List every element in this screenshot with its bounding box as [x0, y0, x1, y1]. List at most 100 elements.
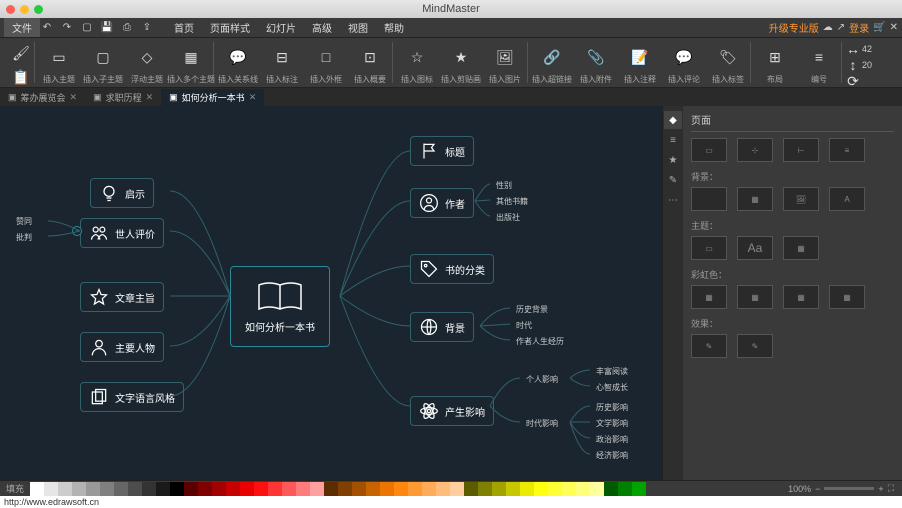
color-swatch[interactable]	[324, 482, 338, 496]
color-swatch[interactable]	[170, 482, 184, 496]
side-tab-icons[interactable]: ★	[664, 151, 682, 169]
color-swatch[interactable]	[450, 482, 464, 496]
menu-view[interactable]: 视图	[340, 18, 376, 37]
subnode[interactable]: 其他书籍	[490, 194, 534, 209]
node-category[interactable]: 书的分类	[410, 254, 494, 284]
login-link[interactable]: 登录	[849, 20, 869, 35]
color-swatch[interactable]	[492, 482, 506, 496]
zoom-slider[interactable]	[824, 487, 874, 490]
cloud-icon[interactable]: ☁	[823, 22, 833, 33]
fit-icon[interactable]: ⛶	[888, 483, 894, 494]
rainbow-thumb[interactable]: ▦	[737, 285, 773, 309]
node-title[interactable]: 标题	[410, 136, 474, 166]
document-tab[interactable]: ▣求职历程✕	[85, 89, 161, 106]
theme-font[interactable]: Aa	[737, 236, 773, 260]
menu-file[interactable]: 文件	[4, 18, 40, 37]
ribbon-button[interactable]: □	[313, 42, 339, 72]
color-swatch[interactable]	[310, 482, 324, 496]
node-author[interactable]: 作者	[410, 188, 474, 218]
tab-close-icon[interactable]: ✕	[70, 92, 78, 103]
ribbon-button[interactable]: ▭	[46, 42, 72, 72]
collapse-toggle[interactable]: −	[72, 226, 82, 236]
minimize-window[interactable]	[20, 5, 29, 14]
save-icon[interactable]: 💾	[100, 21, 114, 35]
color-swatch[interactable]	[422, 482, 436, 496]
side-tab-clipart[interactable]: ✎	[664, 171, 682, 189]
bg-thumb[interactable]: ▦	[737, 187, 773, 211]
ribbon-button[interactable]: 📎	[583, 42, 609, 72]
color-swatch[interactable]	[436, 482, 450, 496]
color-swatch[interactable]	[212, 482, 226, 496]
color-swatch[interactable]	[366, 482, 380, 496]
zoom-in[interactable]: +	[878, 484, 883, 494]
tab-close-icon[interactable]: ✕	[146, 92, 154, 103]
subnode[interactable]: 历史背景	[510, 302, 554, 317]
node-language[interactable]: 文字语言风格	[80, 382, 184, 412]
ribbon-button[interactable]: ◇	[134, 42, 160, 72]
paste-icon[interactable]: 📋	[10, 66, 32, 88]
subnode[interactable]: 时代	[510, 318, 538, 333]
document-tab[interactable]: ▣筹办展览会✕	[0, 89, 85, 106]
color-swatch[interactable]	[296, 482, 310, 496]
node-theme[interactable]: 文章主旨	[80, 282, 164, 312]
color-swatch[interactable]	[184, 482, 198, 496]
effect-thumb[interactable]: ✎	[737, 334, 773, 358]
theme-thumb[interactable]: ▭	[691, 236, 727, 260]
color-swatch[interactable]	[128, 482, 142, 496]
subnode[interactable]: 作者人生经历	[510, 334, 570, 349]
maximize-window[interactable]	[34, 5, 43, 14]
subnode[interactable]: 出版社	[490, 210, 526, 225]
menu-advanced[interactable]: 高级	[304, 18, 340, 37]
bg-thumb[interactable]	[691, 187, 727, 211]
canvas[interactable]: 如何分析一本书 启示 世人评价 文章主旨 主要人物 文字语言风格 赞同 批判 −…	[0, 106, 662, 480]
ribbon-button[interactable]: 🏷	[715, 42, 741, 72]
bg-thumb[interactable]: A	[829, 187, 865, 211]
ribbon-button[interactable]: ▦	[178, 42, 204, 72]
node-evaluation[interactable]: 世人评价	[80, 218, 164, 248]
color-swatch[interactable]	[86, 482, 100, 496]
color-swatch[interactable]	[198, 482, 212, 496]
redo-icon[interactable]: ↷	[60, 21, 74, 35]
color-swatch[interactable]	[590, 482, 604, 496]
rainbow-thumb[interactable]: ▦	[783, 285, 819, 309]
menu-slides[interactable]: 幻灯片	[258, 18, 304, 37]
menu-help[interactable]: 帮助	[376, 18, 412, 37]
side-tab-style[interactable]: ◆	[664, 111, 682, 129]
layout-thumb[interactable]: ▭	[691, 138, 727, 162]
ribbon-button[interactable]: ≡	[806, 42, 832, 72]
ribbon-button[interactable]: ⊟	[269, 42, 295, 72]
new-icon[interactable]: ▢	[80, 21, 94, 35]
node-inspiration[interactable]: 启示	[90, 178, 154, 208]
color-swatch[interactable]	[44, 482, 58, 496]
side-tab-more[interactable]: ⋯	[664, 191, 682, 209]
color-swatch[interactable]	[604, 482, 618, 496]
color-swatch[interactable]	[408, 482, 422, 496]
export-icon[interactable]: ⇪	[140, 21, 154, 35]
theme-thumb[interactable]: ▦	[783, 236, 819, 260]
zoom-out[interactable]: −	[815, 484, 820, 494]
rainbow-thumb[interactable]: ▦	[691, 285, 727, 309]
color-swatch[interactable]	[142, 482, 156, 496]
color-swatch[interactable]	[632, 482, 646, 496]
subnode-criticize[interactable]: 批判	[10, 230, 38, 245]
ribbon-button[interactable]: 📝	[627, 42, 653, 72]
color-swatch[interactable]	[226, 482, 240, 496]
color-swatch[interactable]	[72, 482, 86, 496]
ribbon-button[interactable]: ⊡	[357, 42, 383, 72]
color-swatch[interactable]	[380, 482, 394, 496]
color-swatch[interactable]	[520, 482, 534, 496]
menu-home[interactable]: 首页	[166, 18, 202, 37]
layout-thumb[interactable]: ⊢	[783, 138, 819, 162]
node-character[interactable]: 主要人物	[80, 332, 164, 362]
subnode[interactable]: 历史影响	[590, 400, 634, 415]
subnode[interactable]: 文学影响	[590, 416, 634, 431]
height-icon[interactable]: ↕	[846, 58, 860, 72]
subnode[interactable]: 个人影响	[520, 372, 564, 387]
menu-pagestyle[interactable]: 页面样式	[202, 18, 258, 37]
ribbon-button[interactable]: ⊞	[762, 42, 788, 72]
print-icon[interactable]: ⎙	[120, 21, 134, 35]
subnode[interactable]: 心智成长	[590, 380, 634, 395]
ribbon-button[interactable]: 🖼	[492, 42, 518, 72]
ribbon-button[interactable]: 💬	[225, 42, 251, 72]
subnode[interactable]: 性别	[490, 178, 518, 193]
